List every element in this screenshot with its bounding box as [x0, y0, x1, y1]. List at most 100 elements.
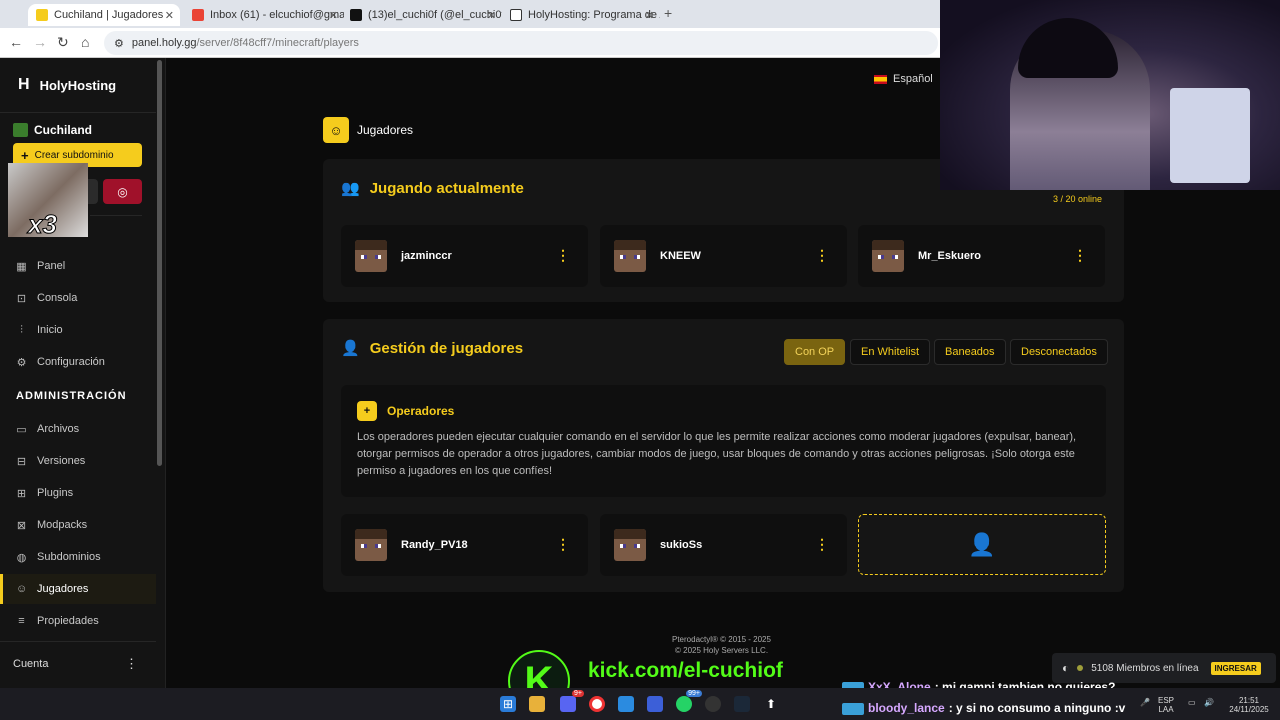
- player-menu-icon[interactable]: ⋮: [556, 247, 570, 264]
- file-explorer-icon[interactable]: [529, 696, 545, 712]
- close-tab-icon[interactable]: ✕: [329, 9, 338, 22]
- sidebar-item-plugins[interactable]: ⊞ Plugins: [0, 478, 156, 508]
- webcam-overlay: [940, 0, 1280, 190]
- tab-title: HolyHosting: Programa de Afili: [528, 9, 660, 21]
- player-head-icon: [872, 240, 904, 272]
- power-button[interactable]: ◎: [103, 179, 142, 204]
- sliders-icon: ⫶: [20, 323, 23, 336]
- list-icon: ≡: [18, 615, 25, 627]
- browser-tab[interactable]: (13)el_cuchi0f (@el_cuchi0f) | Ti ✕: [342, 4, 502, 26]
- sidebar-item-label: Jugadores: [37, 583, 89, 595]
- site-info-icon[interactable]: ⚙: [114, 37, 124, 50]
- account-menu-icon[interactable]: ⋮: [125, 656, 138, 672]
- player-card[interactable]: jazminccr ⋮: [341, 225, 588, 287]
- sidebar-scrollbar[interactable]: [157, 60, 162, 466]
- player-menu-icon[interactable]: ⋮: [815, 536, 829, 553]
- sidebar-item-label: Panel: [37, 260, 66, 272]
- playing-now-title-label: Jugando actualmente: [369, 179, 524, 197]
- sidebar-item-players[interactable]: ☺ Jugadores: [0, 574, 156, 604]
- reload-icon[interactable]: ↻: [57, 34, 69, 51]
- divider: [0, 641, 156, 642]
- filter-banned-button[interactable]: Baneados: [934, 339, 1006, 365]
- sidebar-item-versions[interactable]: ⊟ Versiones: [0, 446, 156, 476]
- discord-app-icon[interactable]: 9+: [560, 690, 584, 712]
- close-tab-icon[interactable]: ✕: [645, 9, 654, 22]
- power-icon: ◎: [117, 184, 128, 199]
- operator-card[interactable]: sukioSs ⋮: [600, 514, 847, 576]
- date: 24/11/2025: [1229, 705, 1269, 714]
- app-icon[interactable]: ⬆: [763, 696, 779, 712]
- back-icon[interactable]: ←: [9, 34, 23, 50]
- sidebar-item-panel[interactable]: ▦ Panel: [0, 251, 156, 281]
- network-icon[interactable]: ▭: [1188, 698, 1196, 707]
- discord-join-button[interactable]: INGRESAR: [1210, 661, 1261, 675]
- player-menu-icon[interactable]: ⋮: [1073, 247, 1087, 264]
- chrome-icon[interactable]: [589, 696, 605, 712]
- filter-whitelist-button[interactable]: En Whitelist: [850, 339, 931, 365]
- close-tab-icon[interactable]: ✕: [165, 9, 174, 22]
- divider: [0, 112, 156, 113]
- app-icon[interactable]: [647, 696, 663, 712]
- player-management-title-label: Gestión de jugadores: [369, 339, 524, 357]
- sidebar-item-properties[interactable]: ≡ Propiedades: [0, 606, 156, 636]
- sidebar-item-settings[interactable]: ⚙ Configuración: [0, 347, 156, 377]
- chat-badge-icon: [842, 703, 864, 715]
- sidebar-item-modpacks[interactable]: ⊠ Modpacks: [0, 510, 156, 540]
- new-tab-icon[interactable]: +: [664, 5, 672, 21]
- server-name: Cuchiland: [13, 123, 92, 137]
- browser-tab[interactable]: HolyHosting: Programa de Afili ✕: [502, 4, 660, 26]
- player-name: sukioSs: [660, 539, 703, 551]
- volume-icon[interactable]: 🔊: [1204, 698, 1214, 707]
- address-bar[interactable]: ⚙ panel.holy.gg/server/8f48cff7/minecraf…: [104, 31, 938, 55]
- brand-name: HolyHosting: [39, 77, 117, 93]
- filter-disconnected-button[interactable]: Desconectados: [1010, 339, 1108, 365]
- player-menu-icon[interactable]: ⋮: [815, 247, 829, 264]
- footer-copyright: Pterodactyl® © 2015 - 2025: [672, 635, 771, 644]
- player-card[interactable]: Mr_Eskuero ⋮: [858, 225, 1105, 287]
- filter-op-button[interactable]: Con OP: [784, 339, 846, 365]
- box-icon: ⊟: [16, 455, 27, 468]
- operator-card[interactable]: Randy_PV18 ⋮: [341, 514, 588, 576]
- browser-tab[interactable]: Inbox (61) - elcuchiof@gmail.c ✕: [184, 4, 344, 26]
- microphone-icon[interactable]: 🎤: [1140, 698, 1150, 707]
- input-language[interactable]: ESP LAA: [1158, 696, 1174, 714]
- close-tab-icon[interactable]: ✕: [487, 9, 496, 22]
- sidebar-item-subdomains[interactable]: ◍ Subdominios: [0, 542, 156, 572]
- steam-icon[interactable]: [734, 696, 750, 712]
- vscode-icon[interactable]: [618, 696, 634, 712]
- discord-members: 5108 Miembros en línea: [1091, 662, 1199, 674]
- kick-url: kick.com/el-cuchiof: [588, 659, 783, 682]
- sidebar-item-startup[interactable]: ⫶ Inicio: [0, 315, 156, 345]
- account-label[interactable]: Cuenta: [13, 658, 48, 670]
- windows-start-icon[interactable]: ⊞: [500, 696, 516, 712]
- server-name-label: Cuchiland: [34, 123, 93, 137]
- player-head-icon: [614, 240, 646, 272]
- background-object: [1170, 88, 1250, 183]
- plugin-icon: ⊞: [16, 487, 27, 500]
- sidebar-item-console[interactable]: ⊡ Consola: [0, 283, 156, 313]
- gear-icon: ⚙: [16, 356, 27, 369]
- player-menu-icon[interactable]: ⋮: [556, 536, 570, 553]
- language-selector[interactable]: Español: [874, 73, 933, 85]
- terminal-icon: ⊡: [16, 292, 27, 305]
- clock[interactable]: 21:51 24/11/2025: [1226, 696, 1272, 714]
- obs-icon[interactable]: [705, 696, 721, 712]
- brand[interactable]: H HolyHosting: [18, 76, 116, 94]
- whatsapp-icon[interactable]: 99+: [676, 690, 702, 712]
- player-name: KNEEW: [660, 250, 701, 262]
- holyhosting-logo-icon: H: [18, 76, 30, 93]
- layout-code: LAA: [1158, 705, 1174, 714]
- chat-text: : y si no consumo a ninguno :v: [948, 701, 1126, 715]
- forward-icon[interactable]: →: [33, 34, 47, 50]
- browser-tab[interactable]: Cuchiland | Jugadores ✕: [28, 4, 180, 26]
- home-icon[interactable]: ⌂: [81, 34, 89, 50]
- user-icon: 👤: [968, 531, 996, 557]
- add-operator-slot[interactable]: 👤: [858, 514, 1106, 575]
- sidebar-item-files[interactable]: ▭ Archivos: [0, 414, 156, 444]
- sidebar: H HolyHosting Cuchiland + Crear subdomin…: [0, 58, 166, 688]
- operators-info-title: + Operadores: [357, 401, 454, 421]
- holyhosting-favicon-icon: [510, 9, 522, 21]
- sidebar-item-label: Modpacks: [37, 519, 88, 531]
- create-subdomain-label: Crear subdominio: [34, 149, 114, 161]
- player-card[interactable]: KNEEW ⋮: [600, 225, 847, 287]
